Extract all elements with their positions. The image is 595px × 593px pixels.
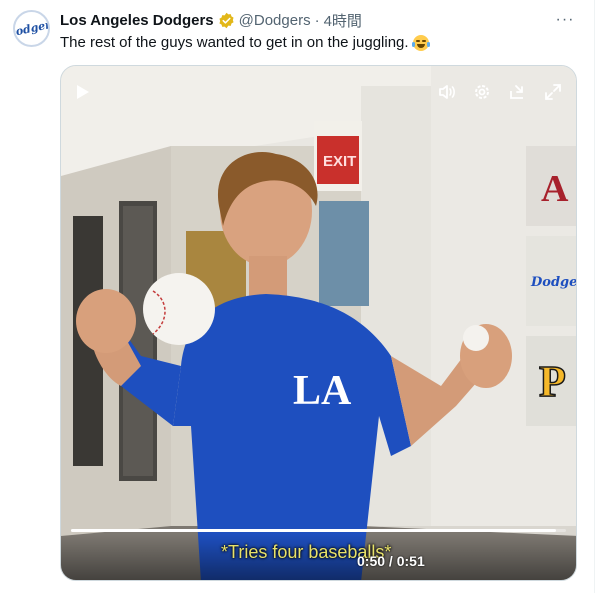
account-handle[interactable]: @Dodgers: [239, 12, 311, 29]
timestamp[interactable]: 4時間: [324, 10, 362, 31]
progress-fill: [71, 529, 557, 532]
avatar-logo-text: Dodgers: [13, 16, 50, 41]
current-time: 0:50: [357, 553, 386, 569]
video-player[interactable]: EXIT A Dodgers P LA *Tries four baseball…: [60, 65, 577, 581]
exit-sign: EXIT: [323, 153, 356, 170]
shirt-logo: LA: [293, 368, 352, 414]
diamondbacks-logo: A: [541, 168, 569, 210]
separator-dot: ·: [314, 11, 320, 29]
dodgers-logo: Dodgers: [530, 275, 577, 290]
tweet-text: The rest of the guys wanted to get in on…: [60, 34, 409, 51]
progress-bar[interactable]: [71, 529, 566, 532]
avatar[interactable]: Dodgers: [13, 10, 50, 47]
laughing-emoji-icon: [411, 34, 430, 51]
settings-gear-icon[interactable]: [471, 81, 493, 103]
tweet-body: The rest of the guys wanted to get in on…: [60, 34, 430, 51]
video-frame: EXIT A Dodgers P LA: [61, 66, 577, 580]
play-button-icon[interactable]: [71, 81, 93, 103]
duration: 0:51: [396, 553, 425, 569]
fullscreen-icon[interactable]: [542, 81, 564, 103]
picture-in-picture-icon[interactable]: [507, 81, 529, 103]
account-name[interactable]: Los Angeles Dodgers: [60, 12, 214, 29]
verified-badge-icon[interactable]: [218, 12, 235, 29]
volume-icon[interactable]: [436, 81, 458, 103]
time-display: 0:50 / 0:51: [357, 553, 425, 569]
more-options-icon[interactable]: ···: [555, 10, 575, 30]
tweet-header: Los Angeles Dodgers @Dodgers · 4時間: [60, 10, 362, 30]
pirates-logo: P: [539, 357, 566, 406]
time-separator: /: [385, 553, 397, 569]
